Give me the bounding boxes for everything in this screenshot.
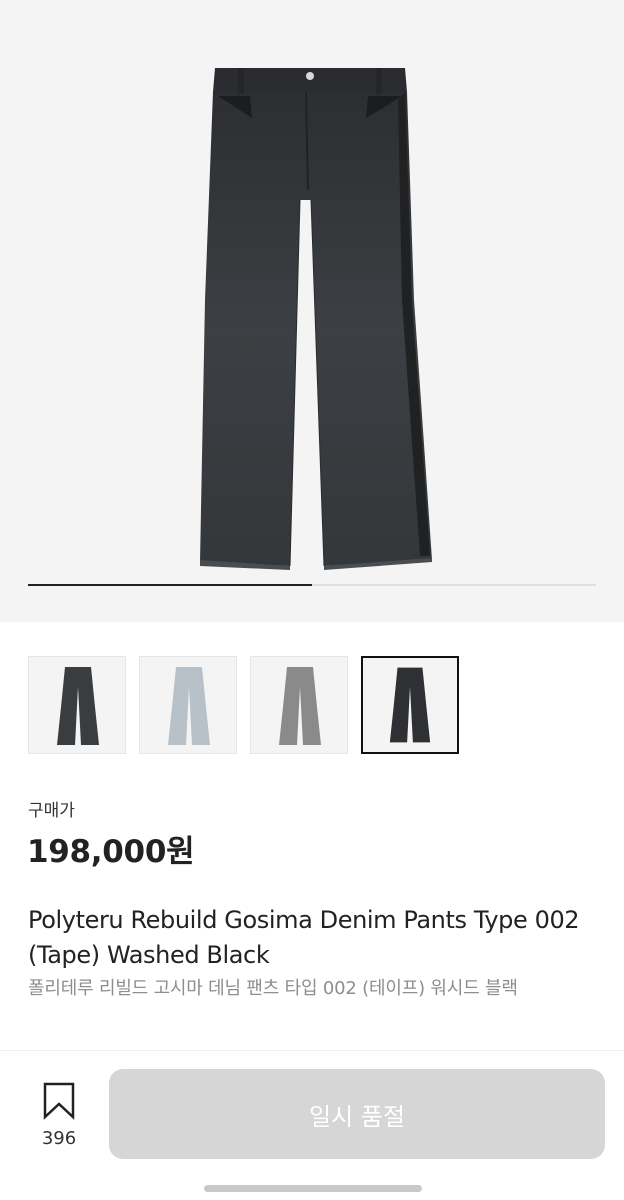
bookmark-icon bbox=[43, 1082, 75, 1120]
price-value: 198,000원 bbox=[27, 834, 195, 870]
thumbnail-light-blue[interactable] bbox=[139, 656, 237, 754]
thumbnail-washed-black[interactable] bbox=[28, 656, 126, 754]
thumbnail-image bbox=[168, 667, 210, 745]
gallery-progress-fill bbox=[28, 584, 312, 586]
home-indicator[interactable] bbox=[204, 1185, 422, 1192]
gallery-progress bbox=[28, 584, 596, 586]
wishlist-count: 396 bbox=[41, 1128, 77, 1149]
thumbnail-image bbox=[57, 667, 99, 745]
product-title-ko: 폴리테루 리빌드 고시마 데님 팬츠 타입 002 (테이프) 워시드 블랙 bbox=[28, 978, 518, 999]
thumbnail-image bbox=[389, 667, 431, 743]
product-image-gallery[interactable] bbox=[0, 0, 624, 622]
product-title-en: Polyteru Rebuild Gosima Denim Pants Type… bbox=[28, 906, 580, 969]
bottom-bar-divider bbox=[0, 1050, 624, 1051]
thumbnail-strip bbox=[28, 656, 596, 754]
product-image bbox=[200, 68, 432, 570]
thumbnail-image bbox=[279, 667, 321, 745]
price-label: 구매가 bbox=[28, 801, 75, 821]
sold-out-button[interactable]: 일시 품절 bbox=[109, 1069, 605, 1159]
thumbnail-washed-black-selected[interactable] bbox=[361, 656, 459, 754]
thumbnail-grey[interactable] bbox=[250, 656, 348, 754]
wishlist-button[interactable]: 396 bbox=[30, 1080, 88, 1152]
